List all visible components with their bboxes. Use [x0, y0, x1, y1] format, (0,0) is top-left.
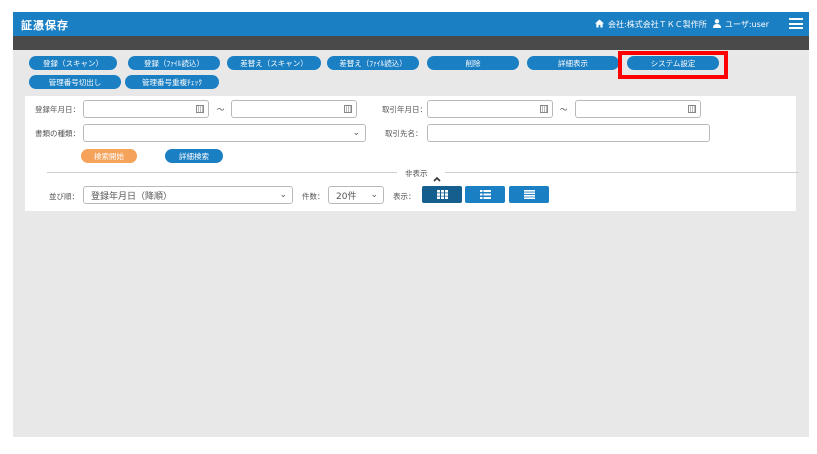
hide-toggle-label[interactable]: 非表示	[405, 168, 428, 179]
detail-view-button[interactable]: 詳細表示	[527, 56, 619, 70]
replace-file-button[interactable]: 差替え（ﾌｧｲﾙ読込）	[327, 56, 419, 70]
tx-date-label: 取引年月日：	[382, 105, 427, 114]
view-list-button[interactable]	[465, 186, 505, 203]
grid-icon	[436, 190, 448, 199]
extract-number-button[interactable]: 管理番号切出し	[29, 75, 121, 89]
view-grid-button[interactable]	[422, 186, 462, 203]
search-start-button[interactable]: 検索開始	[81, 149, 137, 163]
chevron-down-icon: ⌄	[352, 128, 360, 138]
chevron-up-icon[interactable]	[433, 167, 441, 186]
reg-date-from-input[interactable]	[83, 100, 209, 118]
highlight-box	[618, 51, 728, 79]
doc-type-label: 書類の種類：	[35, 129, 80, 138]
tx-date-to-input[interactable]	[575, 100, 701, 118]
hamburger-menu-icon[interactable]	[789, 18, 803, 29]
detail-search-button[interactable]: 詳細検索	[165, 149, 223, 163]
company-name: 会社:株式会社ＴＫＣ製作所	[608, 20, 707, 29]
register-scan-button[interactable]: 登録（スキャン）	[29, 56, 117, 70]
user-name: ユーザ:user	[725, 20, 769, 29]
delete-button[interactable]: 削除	[427, 56, 519, 70]
user-info: ユーザ:user	[713, 19, 769, 30]
calendar-icon[interactable]	[344, 105, 352, 113]
app-title: 証憑保存	[21, 19, 69, 32]
user-icon	[713, 19, 721, 30]
sub-header-bar	[13, 36, 809, 50]
range-separator: ～	[217, 105, 225, 114]
calendar-icon[interactable]	[540, 105, 548, 113]
home-icon	[595, 19, 604, 30]
sort-select[interactable]: 登録年月日（降順） ⌄	[83, 186, 293, 204]
tx-date-from-input[interactable]	[427, 100, 553, 118]
sort-label: 並び順：	[49, 192, 79, 201]
company-info: 会社:株式会社ＴＫＣ製作所	[595, 19, 707, 30]
count-value: 20件	[336, 191, 357, 202]
display-label: 表示：	[393, 192, 416, 201]
reg-date-label: 登録年月日：	[35, 105, 80, 114]
reg-date-to-input[interactable]	[231, 100, 357, 118]
chevron-down-icon: ⌄	[370, 190, 378, 200]
app-frame: 証憑保存 会社:株式会社ＴＫＣ製作所 ユーザ:user 登録（スキャン） 登録（…	[13, 12, 809, 437]
view-detail-list-button[interactable]	[509, 186, 549, 203]
range-separator: ～	[560, 105, 568, 114]
list-icon	[479, 190, 491, 199]
divider-left	[47, 172, 397, 173]
count-select[interactable]: 20件 ⌄	[328, 186, 384, 204]
partner-input[interactable]	[427, 124, 710, 142]
duplicate-check-button[interactable]: 管理番号重複ﾁｪｯｸ	[125, 75, 219, 89]
register-file-button[interactable]: 登録（ﾌｧｲﾙ読込）	[128, 56, 220, 70]
replace-scan-button[interactable]: 差替え（スキャン）	[227, 56, 321, 70]
search-panel: 登録年月日： ～ 取引年月日： ～ 書類の種類： ⌄ 取引先名： 検索開始 詳細…	[25, 96, 799, 211]
lines-icon	[523, 190, 535, 199]
calendar-icon[interactable]	[196, 105, 204, 113]
chevron-down-icon: ⌄	[279, 190, 287, 200]
top-header: 証憑保存 会社:株式会社ＴＫＣ製作所 ユーザ:user	[13, 12, 809, 36]
sort-value: 登録年月日（降順）	[91, 191, 173, 202]
calendar-icon[interactable]	[688, 105, 696, 113]
count-label: 件数：	[302, 192, 325, 201]
partner-label: 取引先名：	[385, 129, 423, 138]
divider-right	[445, 172, 799, 173]
doc-type-select[interactable]: ⌄	[83, 124, 366, 142]
